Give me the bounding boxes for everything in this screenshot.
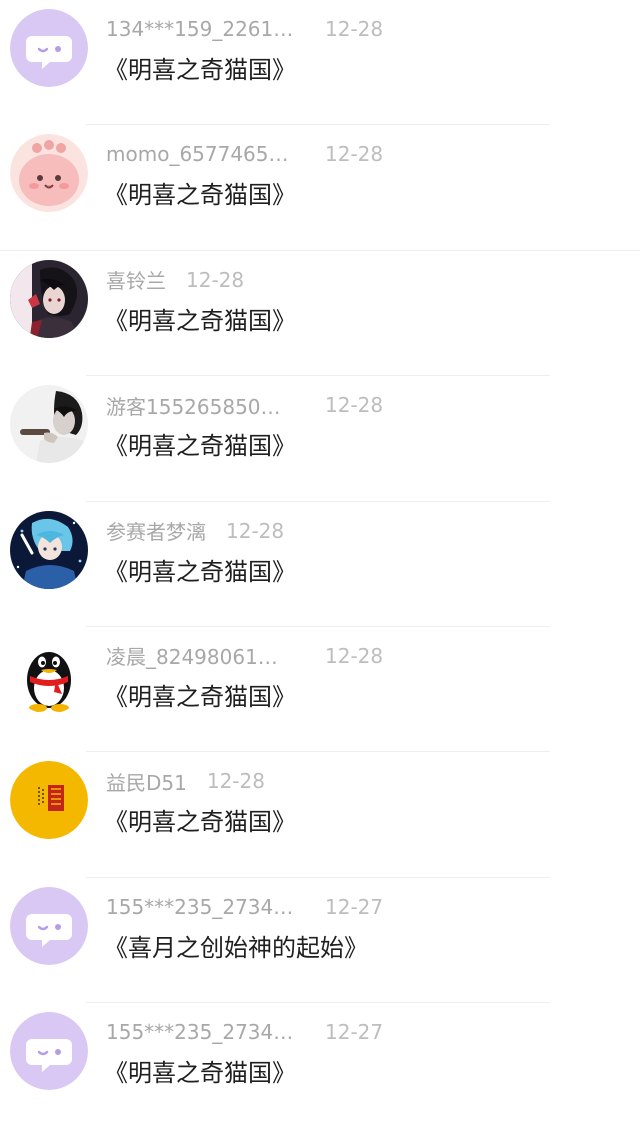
item-title[interactable]: 《明喜之奇猫国》 <box>104 552 296 587</box>
list-item[interactable]: 参赛者梦漓 12-28 《明喜之奇猫国》 <box>0 502 640 627</box>
item-meta: 喜铃兰 12-28 <box>106 265 244 295</box>
list-item[interactable]: 134***159_2261… 12-28 《明喜之奇猫国》 <box>0 0 640 126</box>
item-date: 12-27 <box>325 1020 384 1045</box>
item-meta: 155***235_2734… 12-27 <box>106 1017 383 1047</box>
message-list: 134***159_2261… 12-28 《明喜之奇猫国》 momo_6577… <box>0 0 640 1129</box>
anime-blue-avatar-icon[interactable] <box>10 510 88 589</box>
user-name[interactable]: 游客155265850… <box>106 391 302 420</box>
user-name[interactable]: 134***159_2261… <box>106 17 302 41</box>
user-name[interactable]: 参赛者梦漓 <box>106 516 206 545</box>
item-title[interactable]: 《明喜之奇猫国》 <box>104 426 296 461</box>
item-meta: 134***159_2261… 12-28 <box>106 14 383 44</box>
list-item[interactable]: momo_6577465… 12-28 《明喜之奇猫国》 <box>0 125 640 251</box>
list-item[interactable]: 益民D51 12-28 《明喜之奇猫国》 <box>0 752 640 878</box>
list-item[interactable]: 凌晨_82498061… 12-28 《明喜之奇猫国》 <box>0 627 640 753</box>
item-title[interactable]: 《喜月之创始神的起始》 <box>104 928 368 963</box>
item-meta: 凌晨_82498061… 12-28 <box>106 641 383 671</box>
yellow-stamp-avatar-icon[interactable] <box>10 761 88 840</box>
item-meta: momo_6577465… 12-28 <box>106 139 383 169</box>
item-title[interactable]: 《明喜之奇猫国》 <box>104 301 296 336</box>
item-title[interactable]: 《明喜之奇猫国》 <box>104 1053 296 1088</box>
item-date: 12-28 <box>325 393 384 418</box>
user-name[interactable]: 益民D51 <box>106 767 187 796</box>
item-title[interactable]: 《明喜之奇猫国》 <box>104 802 296 837</box>
item-date: 12-28 <box>206 769 265 794</box>
default-chat-avatar-icon[interactable] <box>10 1012 88 1091</box>
item-title[interactable]: 《明喜之奇猫国》 <box>104 50 296 85</box>
item-meta: 益民D51 12-28 <box>106 766 265 796</box>
qq-penguin-avatar-icon[interactable] <box>10 635 88 714</box>
pink-blob-avatar-icon[interactable] <box>10 134 88 213</box>
user-name[interactable]: 155***235_2734… <box>106 1020 302 1044</box>
user-name[interactable]: 155***235_2734… <box>106 895 302 919</box>
user-name[interactable]: 凌晨_82498061… <box>106 641 302 670</box>
list-item[interactable]: 游客155265850… 12-28 《明喜之奇猫国》 <box>0 376 640 502</box>
item-title[interactable]: 《明喜之奇猫国》 <box>104 677 296 712</box>
item-meta: 155***235_2734… 12-27 <box>106 892 383 922</box>
user-name[interactable]: momo_6577465… <box>106 142 302 166</box>
item-meta: 参赛者梦漓 12-28 <box>106 516 284 546</box>
item-date: 12-28 <box>325 17 384 41</box>
default-chat-avatar-icon[interactable] <box>10 9 88 87</box>
item-date: 12-28 <box>186 267 245 292</box>
item-date: 12-28 <box>226 518 285 543</box>
list-item[interactable]: 喜铃兰 12-28 《明喜之奇猫国》 <box>0 251 640 377</box>
item-meta: 游客155265850… 12-28 <box>106 390 383 420</box>
grayscale-photo-avatar-icon[interactable] <box>10 385 88 464</box>
default-chat-avatar-icon[interactable] <box>10 886 88 965</box>
list-item[interactable]: 155***235_2734… 12-27 《喜月之创始神的起始》 <box>0 878 640 1004</box>
anime-portrait-avatar-icon[interactable] <box>10 259 88 338</box>
item-date: 12-27 <box>325 894 384 919</box>
item-date: 12-28 <box>325 142 384 167</box>
user-name[interactable]: 喜铃兰 <box>106 265 166 294</box>
item-date: 12-28 <box>325 643 384 668</box>
item-title[interactable]: 《明喜之奇猫国》 <box>104 175 296 210</box>
list-item[interactable]: 155***235_2734… 12-27 《明喜之奇猫国》 <box>0 1003 640 1128</box>
